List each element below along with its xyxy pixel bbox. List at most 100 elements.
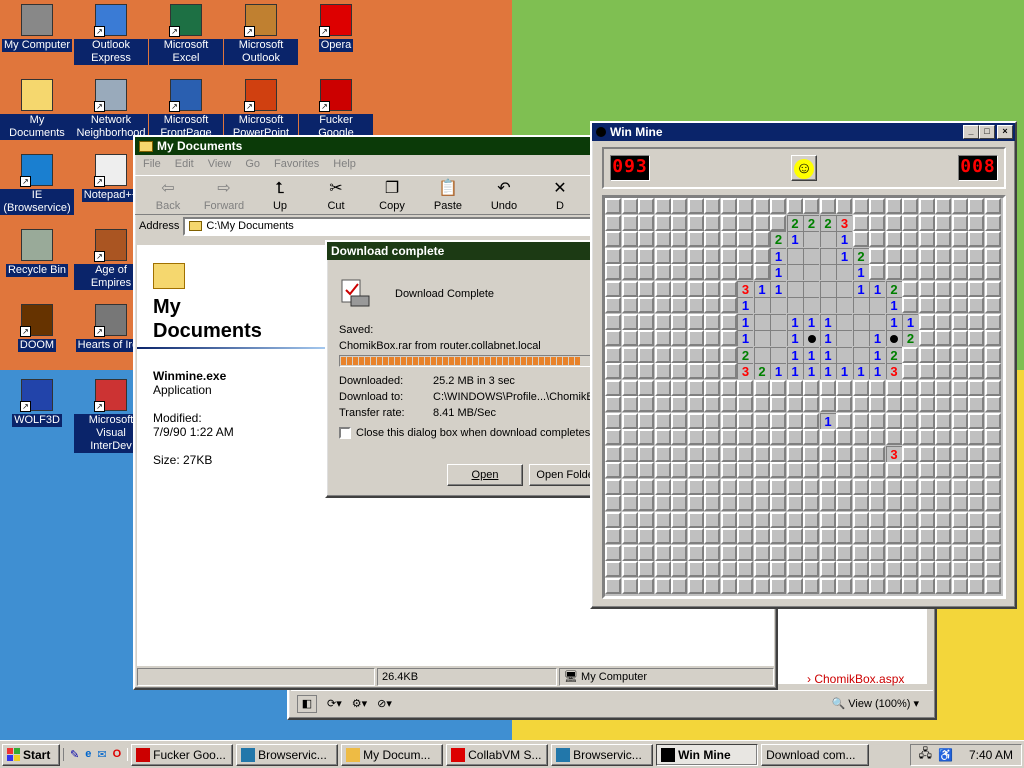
covered-cell[interactable] (605, 561, 621, 577)
covered-cell[interactable] (621, 478, 638, 495)
covered-cell[interactable] (605, 363, 621, 379)
covered-cell[interactable] (968, 478, 984, 495)
covered-cell[interactable] (638, 280, 654, 297)
covered-cell[interactable] (671, 412, 687, 429)
covered-cell[interactable] (687, 577, 704, 594)
covered-cell[interactable] (720, 363, 737, 379)
covered-cell[interactable] (671, 330, 687, 346)
covered-cell[interactable] (951, 214, 968, 231)
covered-cell[interactable] (984, 528, 1001, 544)
covered-cell[interactable] (951, 445, 968, 462)
covered-cell[interactable] (671, 429, 687, 445)
covered-cell[interactable] (770, 544, 786, 561)
covered-cell[interactable] (819, 478, 836, 495)
covered-cell[interactable] (935, 429, 951, 445)
covered-cell[interactable] (605, 478, 621, 495)
covered-cell[interactable] (687, 445, 704, 462)
covered-cell[interactable] (786, 478, 803, 495)
covered-cell[interactable] (902, 346, 918, 363)
covered-cell[interactable] (885, 577, 902, 594)
covered-cell[interactable] (671, 478, 687, 495)
covered-cell[interactable] (836, 495, 852, 511)
covered-cell[interactable] (621, 264, 638, 280)
covered-cell[interactable] (918, 297, 935, 313)
covered-cell[interactable] (902, 445, 918, 462)
covered-cell[interactable] (737, 577, 753, 594)
covered-cell[interactable] (968, 313, 984, 330)
covered-cell[interactable] (687, 544, 704, 561)
covered-cell[interactable] (803, 495, 819, 511)
covered-cell[interactable] (869, 478, 885, 495)
covered-cell[interactable] (968, 379, 984, 396)
covered-cell[interactable] (605, 231, 621, 247)
covered-cell[interactable] (605, 528, 621, 544)
covered-cell[interactable] (951, 429, 968, 445)
covered-cell[interactable] (654, 264, 671, 280)
covered-cell[interactable] (654, 396, 671, 412)
covered-cell[interactable] (704, 528, 720, 544)
covered-cell[interactable] (819, 511, 836, 528)
covered-cell[interactable] (704, 561, 720, 577)
covered-cell[interactable] (605, 379, 621, 396)
covered-cell[interactable] (704, 544, 720, 561)
covered-cell[interactable] (951, 396, 968, 412)
covered-cell[interactable] (654, 429, 671, 445)
covered-cell[interactable] (654, 214, 671, 231)
covered-cell[interactable] (968, 528, 984, 544)
covered-cell[interactable] (737, 231, 753, 247)
covered-cell[interactable] (918, 198, 935, 214)
covered-cell[interactable] (984, 561, 1001, 577)
covered-cell[interactable] (621, 198, 638, 214)
covered-cell[interactable] (753, 511, 770, 528)
covered-cell[interactable] (819, 495, 836, 511)
covered-cell[interactable] (803, 577, 819, 594)
desktop-icon-doom[interactable]: ↗ DOOM (0, 304, 74, 352)
covered-cell[interactable] (654, 313, 671, 330)
covered-cell[interactable] (638, 264, 654, 280)
covered-cell[interactable] (638, 544, 654, 561)
covered-cell[interactable] (803, 462, 819, 478)
open-button[interactable]: Open (447, 464, 523, 486)
covered-cell[interactable] (951, 544, 968, 561)
covered-cell[interactable] (869, 445, 885, 462)
desktop-icon-opera[interactable]: ↗ Opera (299, 4, 373, 52)
covered-cell[interactable] (984, 544, 1001, 561)
covered-cell[interactable] (687, 214, 704, 231)
covered-cell[interactable] (687, 297, 704, 313)
covered-cell[interactable] (770, 528, 786, 544)
stop-icon[interactable]: ⊘▾ (377, 697, 392, 710)
start-button[interactable]: Start (2, 743, 60, 766)
covered-cell[interactable] (770, 214, 786, 231)
covered-cell[interactable] (621, 214, 638, 231)
covered-cell[interactable] (638, 330, 654, 346)
covered-cell[interactable] (786, 198, 803, 214)
covered-cell[interactable] (737, 429, 753, 445)
covered-cell[interactable] (753, 214, 770, 231)
covered-cell[interactable] (605, 313, 621, 330)
covered-cell[interactable] (836, 429, 852, 445)
covered-cell[interactable] (935, 544, 951, 561)
covered-cell[interactable] (885, 231, 902, 247)
menu-edit[interactable]: Edit (175, 158, 194, 172)
covered-cell[interactable] (621, 412, 638, 429)
covered-cell[interactable] (968, 198, 984, 214)
covered-cell[interactable] (720, 577, 737, 594)
covered-cell[interactable] (638, 478, 654, 495)
covered-cell[interactable] (704, 247, 720, 264)
covered-cell[interactable] (605, 412, 621, 429)
covered-cell[interactable] (720, 412, 737, 429)
covered-cell[interactable] (770, 412, 786, 429)
covered-cell[interactable] (720, 313, 737, 330)
covered-cell[interactable] (869, 231, 885, 247)
covered-cell[interactable] (687, 412, 704, 429)
covered-cell[interactable] (704, 429, 720, 445)
covered-cell[interactable] (935, 313, 951, 330)
covered-cell[interactable] (770, 478, 786, 495)
covered-cell[interactable] (951, 511, 968, 528)
covered-cell[interactable] (885, 528, 902, 544)
covered-cell[interactable] (902, 363, 918, 379)
covered-cell[interactable] (869, 528, 885, 544)
covered-cell[interactable] (984, 346, 1001, 363)
covered-cell[interactable] (671, 198, 687, 214)
covered-cell[interactable] (935, 478, 951, 495)
